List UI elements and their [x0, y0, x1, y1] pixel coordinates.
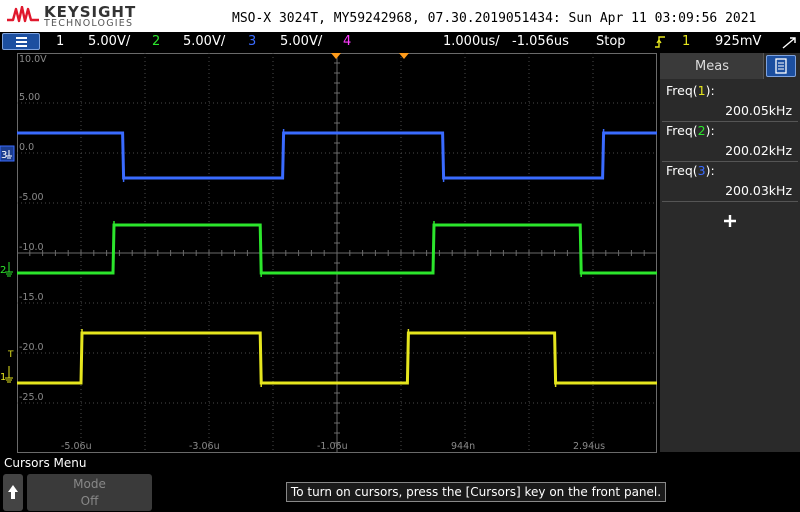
meas-divider	[662, 121, 798, 122]
expand-arrow-icon[interactable]	[782, 37, 796, 49]
timebase-delay[interactable]: -1.056us	[512, 34, 569, 49]
x-tick-label: 2.94us	[573, 441, 605, 452]
ch2-ground-marker[interactable]: 2	[0, 262, 13, 277]
document-icon	[775, 58, 787, 74]
ch3-ground-marker[interactable]: 3	[0, 145, 15, 162]
meas-label-suffix: ):	[705, 123, 715, 138]
menu-icon-line	[16, 37, 27, 39]
menu-icon-line	[16, 41, 27, 43]
channel-markers: 3 2 T 1	[0, 145, 15, 383]
meas-label-prefix: Freq(	[666, 83, 698, 98]
trigger-edge-icon	[655, 36, 665, 48]
y-tick-label: 0.0	[19, 142, 34, 153]
y-tick-label: -15.0	[19, 292, 44, 303]
y-tick-label: 5.00	[19, 92, 40, 103]
timebase-center-marker	[399, 53, 409, 59]
softkey-menu-title: Cursors Menu	[4, 456, 87, 470]
cursor-hint-message: To turn on cursors, press the [Cursors] …	[286, 482, 666, 502]
meas-freq3-label[interactable]: Freq(3):	[666, 163, 715, 178]
menu-icon-line	[16, 45, 27, 47]
meas-tab-label: Meas	[695, 59, 729, 74]
main-menu-button[interactable]	[2, 33, 40, 50]
waveform-graticule[interactable]: 10.0V 5.00 0.0 -5.00 -10.0 -15.0 -20.0 -…	[17, 53, 657, 453]
y-tick-label: -10.0	[19, 242, 44, 253]
trigger-position-marker[interactable]	[331, 53, 341, 59]
keysight-logo: KEYSIGHT TECHNOLOGIES	[4, 2, 135, 30]
panel-menu-icon[interactable]	[766, 55, 796, 77]
y-tick-label: -25.0	[19, 392, 44, 403]
ch1-scale[interactable]: 5.00V/	[88, 34, 130, 49]
meas-divider	[662, 161, 798, 162]
mode-softkey-value: Off	[80, 494, 99, 508]
measurements-panel: Meas Freq(1): 200.05kHz Freq(2): 200.02k…	[660, 53, 800, 452]
ch1-ground-marker[interactable]: 1	[0, 366, 13, 383]
ch3-number[interactable]: 3	[248, 34, 256, 49]
cursor-mode-softkey[interactable]: Mode Off	[27, 474, 152, 511]
meas-freq3-value: 200.03kHz	[725, 183, 792, 198]
instrument-title: MSO-X 3024T, MY59242968, 07.30.201905143…	[232, 11, 757, 26]
x-tick-label: -3.06u	[189, 441, 220, 452]
meas-tab[interactable]: Meas	[660, 53, 764, 79]
add-measurement-icon[interactable]	[720, 211, 740, 231]
ch3-scale[interactable]: 5.00V/	[280, 34, 322, 49]
y-tick-label: -20.0	[19, 342, 44, 353]
ch2-marker-label: 2	[0, 265, 6, 276]
channel-bar: 1 5.00V/ 2 5.00V/ 3 5.00V/ 4 1.000us/ -1…	[0, 32, 800, 52]
keysight-wave-icon	[7, 6, 39, 23]
meas-freq2-value: 200.02kHz	[725, 143, 792, 158]
header-bar: KEYSIGHT TECHNOLOGIES MSO-X 3024T, MY592…	[0, 0, 800, 32]
meas-freq2-label[interactable]: Freq(2):	[666, 123, 715, 138]
meas-label-prefix: Freq(	[666, 163, 698, 178]
meas-label-prefix: Freq(	[666, 123, 698, 138]
ch1-number[interactable]: 1	[56, 34, 64, 49]
meas-label-channel: 3	[697, 163, 706, 178]
waveform-display[interactable]: 10.0V 5.00 0.0 -5.00 -10.0 -15.0 -20.0 -…	[17, 53, 657, 453]
y-tick-label: 10.0V	[19, 54, 47, 65]
x-tick-label: 944n	[451, 441, 475, 452]
trigger-level-marker[interactable]: T	[7, 350, 14, 360]
trigger-marker-label: T	[7, 350, 14, 360]
ch4-number[interactable]: 4	[343, 34, 351, 49]
run-state: Stop	[596, 34, 626, 49]
brand-subtitle: TECHNOLOGIES	[44, 18, 134, 29]
meas-freq1-label[interactable]: Freq(1):	[666, 83, 715, 98]
meas-label-channel: 2	[697, 123, 706, 138]
y-tick-label: -5.00	[19, 192, 44, 203]
meas-freq1-value: 200.05kHz	[725, 103, 792, 118]
meas-label-suffix: ):	[705, 83, 715, 98]
back-button[interactable]	[3, 474, 23, 511]
meas-label-channel: 1	[697, 83, 706, 98]
x-tick-label: -1.06u	[317, 441, 348, 452]
trigger-source[interactable]: 1	[682, 34, 690, 49]
ch2-number[interactable]: 2	[152, 34, 160, 49]
trigger-level[interactable]: 925mV	[715, 34, 761, 49]
ch2-scale[interactable]: 5.00V/	[183, 34, 225, 49]
x-tick-label: -5.06u	[61, 441, 92, 452]
mode-softkey-label: Mode	[73, 477, 106, 491]
meas-label-suffix: ):	[705, 163, 715, 178]
timebase-scale[interactable]: 1.000us/	[443, 34, 500, 49]
up-arrow-icon	[8, 485, 18, 499]
meas-divider	[662, 201, 798, 202]
